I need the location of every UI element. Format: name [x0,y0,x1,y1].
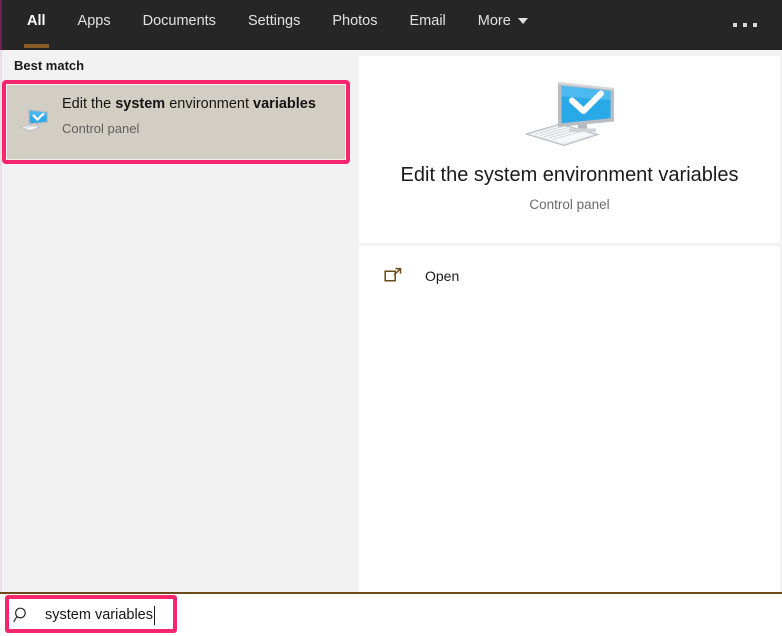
tab-settings[interactable]: Settings [245,12,303,30]
tab-email[interactable]: Email [407,12,449,30]
preview-subtitle: Control panel [529,197,610,212]
tab-email-label: Email [409,13,446,29]
computer-monitor-check-icon [18,104,50,136]
search-input[interactable]: system variables [45,607,153,623]
open-external-icon [383,266,403,286]
tab-photos-label: Photos [332,13,378,29]
tab-photos[interactable]: Photos [329,12,380,30]
tab-more[interactable]: More [475,12,531,30]
results-column: Best match Edit the system environment v… [0,50,357,592]
tab-apps[interactable]: Apps [75,12,114,30]
result-title-middle: environment [165,96,254,112]
tab-all[interactable]: All [24,12,49,48]
search-bar[interactable]: system variables [0,592,782,636]
tab-documents[interactable]: Documents [140,12,219,30]
tab-list: All Apps Documents Settings Photos Email… [24,0,557,50]
search-value-wrap[interactable]: system variables [45,605,155,625]
computer-monitor-check-icon [522,76,618,154]
preview-column: Edit the system environment variables Co… [357,50,782,592]
tab-active-underline [24,44,49,48]
tab-apps-label: Apps [77,13,111,29]
action-open-label: Open [425,268,460,284]
result-title-highlight-variables: variables [253,96,316,112]
search-results-body: Best match Edit the system environment v… [0,50,782,592]
action-open-button[interactable]: Open [359,254,780,298]
tab-documents-label: Documents [142,13,216,29]
result-item-subtitle: Control panel [62,121,140,136]
overflow-menu-button[interactable] [722,0,768,50]
ellipsis-icon [743,23,747,27]
ellipsis-icon [733,23,737,27]
search-input-area[interactable]: system variables [0,594,155,636]
tab-settings-label: Settings [247,13,301,29]
window-left-accent-edge [0,0,2,592]
tab-all-label: All [27,13,46,29]
result-item-title: Edit the system environment variables [62,94,337,115]
result-item-edit-system-environment-variables[interactable]: Edit the system environment variables Co… [7,85,345,159]
chevron-down-icon [517,18,528,24]
tab-more-label: More [477,13,511,29]
result-text-block: Edit the system environment variables Co… [62,94,337,137]
preview-actions-card: Open [359,246,780,592]
search-icon [13,606,31,624]
preview-header-card: Edit the system environment variables Co… [359,56,780,243]
result-title-prefix: Edit the [62,96,116,112]
best-match-section-header: Best match [14,58,85,73]
text-cursor [153,605,155,625]
ellipsis-icon [753,23,757,27]
search-filter-tabbar: All Apps Documents Settings Photos Email… [0,0,782,50]
result-title-highlight-system: system [115,96,166,112]
preview-title: Edit the system environment variables [400,164,739,186]
